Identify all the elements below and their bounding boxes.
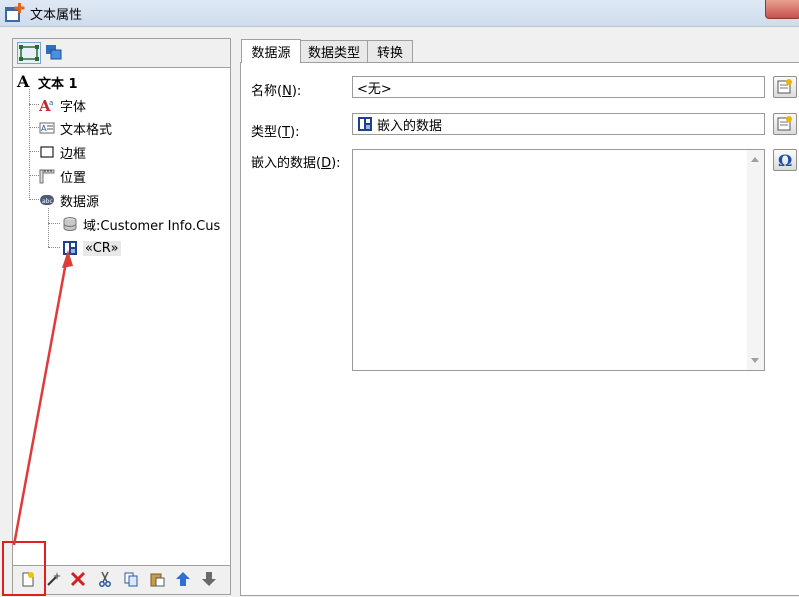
datasource-icon: abc xyxy=(40,195,54,205)
embedded-data-icon xyxy=(63,241,77,255)
paste-icon[interactable] xyxy=(149,571,165,587)
edit-properties-icon xyxy=(777,116,792,131)
svg-text:a: a xyxy=(49,99,53,107)
tree-item-text-format[interactable]: A 文本格式 xyxy=(39,118,112,138)
delete-icon[interactable] xyxy=(70,571,86,587)
embedded-data-accesskey: D xyxy=(321,156,332,171)
tree-connector xyxy=(29,199,39,200)
tree-item-font[interactable]: A a 字体 xyxy=(39,95,86,115)
tree-item-label: 域:Customer Info.Cus xyxy=(83,218,221,234)
tree-item-position[interactable]: 位置 xyxy=(39,166,86,186)
scroll-up-arrow[interactable] xyxy=(751,157,759,162)
tree-item-label: 字体 xyxy=(60,99,87,115)
tree-item-label: 文本格式 xyxy=(60,122,113,138)
name-accesskey: N xyxy=(282,84,292,99)
svg-text:abc: abc xyxy=(42,198,53,205)
tree-connector xyxy=(48,247,60,248)
tab-datasource[interactable]: 数据源 xyxy=(241,39,301,63)
tree-root-label: 文本 1 xyxy=(38,76,78,92)
cut-icon[interactable] xyxy=(97,571,113,587)
border-icon xyxy=(40,146,54,158)
close-button[interactable] xyxy=(765,0,799,19)
tree-connector xyxy=(29,175,39,176)
tree-connector xyxy=(48,223,60,224)
tree-item-label: 边框 xyxy=(60,146,87,162)
font-icon: A a xyxy=(39,97,53,113)
view-layers-button[interactable] xyxy=(43,42,65,62)
tree-child-embedded[interactable]: «CR» xyxy=(62,238,121,258)
tree-connector xyxy=(29,89,30,200)
type-accesskey: T xyxy=(282,125,291,140)
text-format-icon: A xyxy=(39,122,55,134)
text-object-icon: A xyxy=(17,72,30,91)
tree-item-border[interactable]: 边框 xyxy=(39,142,86,162)
annotation-highlight-box xyxy=(2,541,46,596)
tree-child-field[interactable]: 域:Customer Info.Cus xyxy=(62,214,220,234)
title-bar: 文本属性 xyxy=(0,0,799,27)
tree-toolbar xyxy=(12,38,231,67)
window-title: 文本属性 xyxy=(30,8,83,23)
type-browse-button[interactable] xyxy=(773,113,797,135)
tree-connector xyxy=(48,208,49,247)
tree-connector xyxy=(29,104,39,105)
tab-datatype[interactable]: 数据类型 xyxy=(300,40,368,62)
name-browse-button[interactable] xyxy=(773,76,797,98)
copy-icon[interactable] xyxy=(123,571,139,587)
tree-view-icon xyxy=(19,45,39,61)
layers-icon xyxy=(46,45,62,60)
embedded-data-icon xyxy=(358,117,372,131)
type-label: 类型(T): xyxy=(251,125,300,140)
svg-text:Ω: Ω xyxy=(778,151,792,170)
scroll-down-arrow[interactable] xyxy=(751,358,759,363)
tree-connector xyxy=(29,151,39,152)
tree-item-label: «CR» xyxy=(83,240,121,256)
type-field[interactable]: 嵌入的数据 xyxy=(352,113,765,135)
text-properties-app-icon xyxy=(5,3,25,22)
embedded-data-label-text: 嵌入的数据 xyxy=(251,156,317,171)
embedded-data-label: 嵌入的数据(D): xyxy=(251,156,341,171)
database-icon xyxy=(63,217,77,231)
edit-properties-icon xyxy=(777,79,792,94)
position-icon xyxy=(39,169,55,184)
magic-wand-icon[interactable] xyxy=(45,571,61,587)
view-tree-button[interactable] xyxy=(17,42,41,64)
move-up-icon[interactable] xyxy=(175,571,191,587)
tree-root-text1[interactable]: A 文本 1 xyxy=(17,72,78,92)
tree-item-label: 位置 xyxy=(60,170,87,186)
property-tree: A 文本 1 A a 字体 A 文本格式 边框 位置 abc 数据源 域:Cus… xyxy=(12,67,231,566)
name-field[interactable]: <无> xyxy=(352,76,765,98)
tree-connector xyxy=(29,127,39,128)
type-label-text: 类型 xyxy=(251,125,278,140)
omega-icon: Ω xyxy=(778,151,792,170)
textarea-scrollbar[interactable] xyxy=(747,150,764,370)
tree-item-datasource[interactable]: abc 数据源 xyxy=(39,190,99,210)
tree-item-label: 数据源 xyxy=(60,194,100,210)
special-character-button[interactable]: Ω xyxy=(773,149,797,171)
embedded-data-textarea[interactable] xyxy=(352,149,765,371)
name-label-text: 名称 xyxy=(251,84,278,99)
move-down-icon[interactable] xyxy=(201,571,217,587)
svg-text:A: A xyxy=(41,124,47,133)
type-value: 嵌入的数据 xyxy=(377,118,443,134)
tab-convert[interactable]: 转换 xyxy=(367,40,413,62)
name-label: 名称(N): xyxy=(251,84,302,99)
